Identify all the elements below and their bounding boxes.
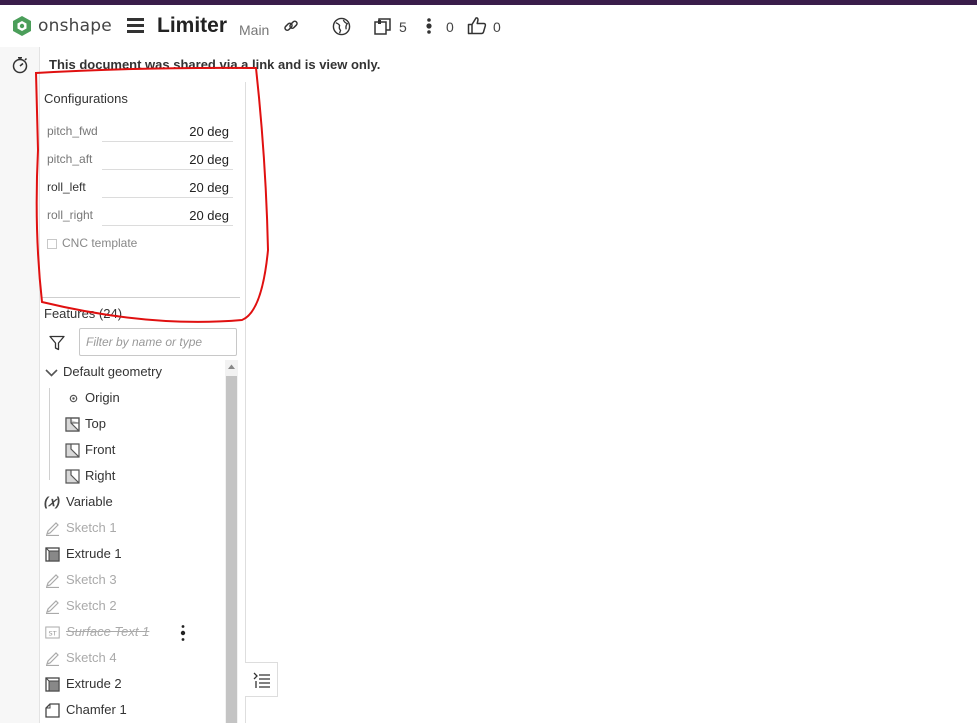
- link-icon[interactable]: [283, 18, 299, 34]
- left-rail: [0, 47, 40, 723]
- feature-tree: Default geometry Origin Top Front Right …: [40, 358, 224, 723]
- tree-item-default-geometry[interactable]: Default geometry: [40, 362, 224, 384]
- configurations-title: Configurations: [44, 91, 128, 106]
- brand-name: onshape: [38, 16, 112, 36]
- extrude-icon: [45, 547, 60, 562]
- filter-icon[interactable]: [49, 335, 65, 351]
- plane-icon: [65, 443, 80, 458]
- config-param-name: pitch_aft: [47, 152, 93, 166]
- sketch-icon: [46, 522, 59, 536]
- tree-item-origin[interactable]: Origin: [40, 388, 224, 410]
- config-param-pitch-aft[interactable]: pitch_aft 20 deg: [47, 150, 233, 170]
- config-param-value[interactable]: 20 deg: [189, 180, 229, 195]
- svg-text:ST: ST: [48, 630, 56, 638]
- cnc-template-checkbox[interactable]: [47, 239, 57, 249]
- chamfer-icon: [45, 703, 60, 718]
- sketch-icon: [46, 600, 59, 614]
- config-param-value[interactable]: 20 deg: [189, 208, 229, 223]
- tree-item-label: Right: [85, 468, 116, 483]
- scroll-thumb[interactable]: [226, 376, 237, 723]
- feature-list-scrollbar[interactable]: [225, 360, 238, 723]
- branch-name[interactable]: Main: [239, 22, 269, 38]
- config-param-pitch-fwd[interactable]: pitch_fwd 20 deg: [47, 122, 233, 142]
- tree-item-chamfer-1[interactable]: Chamfer 1: [40, 700, 224, 722]
- config-param-name: roll_right: [47, 208, 94, 222]
- config-param-roll-right[interactable]: roll_right 20 deg: [47, 206, 233, 226]
- onshape-logo-icon: [13, 16, 31, 36]
- feature-filter-input[interactable]: [79, 328, 237, 356]
- versions-icon[interactable]: [374, 17, 392, 35]
- tree-item-label: Variable: [66, 494, 113, 509]
- features-title: Features (24): [44, 306, 123, 321]
- globe-icon[interactable]: [332, 17, 351, 36]
- config-param-value[interactable]: 20 deg: [189, 124, 229, 139]
- tree-item-sketch-4[interactable]: Sketch 4: [40, 648, 224, 670]
- tree-item-right-plane[interactable]: Right: [40, 466, 224, 488]
- tree-item-label: Sketch 2: [66, 598, 117, 613]
- scroll-up-arrow-icon[interactable]: [227, 362, 236, 371]
- surface-text-icon: ST: [45, 626, 60, 639]
- chevron-down-icon[interactable]: [44, 365, 59, 380]
- comments-count: 0: [446, 19, 454, 35]
- tree-item-variable[interactable]: (𝑥) Variable: [40, 492, 224, 514]
- tree-item-label: Top: [85, 416, 106, 431]
- list-icon: [253, 672, 270, 688]
- view-only-notice: This document was shared via a link and …: [49, 57, 381, 72]
- tree-item-sketch-2[interactable]: Sketch 2: [40, 596, 224, 618]
- tree-item-label: Surface Text 1: [66, 624, 150, 639]
- onshape-logo[interactable]: onshape: [12, 15, 112, 37]
- tree-item-label: Chamfer 1: [66, 702, 127, 717]
- hamburger-menu-icon[interactable]: [127, 18, 144, 33]
- feature-list-toggle-button[interactable]: [245, 662, 278, 697]
- config-param-name: pitch_fwd: [47, 124, 98, 138]
- likes-count: 0: [493, 19, 501, 35]
- tree-item-label: Default geometry: [63, 364, 162, 379]
- extrude-icon: [45, 677, 60, 692]
- document-header: onshape Limiter Main 5 0 0: [0, 5, 977, 47]
- tree-item-label: Origin: [85, 390, 120, 405]
- tree-item-front-plane[interactable]: Front: [40, 440, 224, 462]
- variable-icon: (𝑥): [44, 494, 60, 509]
- config-param-value[interactable]: 20 deg: [189, 152, 229, 167]
- config-param-roll-left[interactable]: roll_left 20 deg: [47, 178, 233, 198]
- tree-item-extrude-2[interactable]: Extrude 2: [40, 674, 224, 696]
- sketch-icon: [46, 574, 59, 588]
- item-menu-icon[interactable]: [180, 624, 186, 642]
- tree-item-sketch-1[interactable]: Sketch 1: [40, 518, 224, 540]
- origin-icon: [69, 394, 78, 403]
- tree-item-top-plane[interactable]: Top: [40, 414, 224, 436]
- stopwatch-icon[interactable]: [11, 56, 29, 74]
- comments-icon[interactable]: [425, 17, 433, 35]
- versions-count: 5: [399, 19, 407, 35]
- document-title: Limiter: [157, 14, 228, 37]
- feature-panel: Configurations pitch_fwd 20 deg pitch_af…: [40, 82, 246, 723]
- tree-item-surface-text-1[interactable]: ST Surface Text 1: [40, 622, 224, 644]
- config-param-name: roll_left: [47, 180, 86, 194]
- tree-item-label: Sketch 3: [66, 572, 117, 587]
- tree-item-extrude-1[interactable]: Extrude 1: [40, 544, 224, 566]
- thumbs-up-icon[interactable]: [467, 16, 487, 35]
- plane-icon: [65, 417, 80, 432]
- tree-item-label: Extrude 2: [66, 676, 122, 691]
- tree-item-label: Sketch 1: [66, 520, 117, 535]
- sketch-icon: [46, 652, 59, 666]
- tree-item-label: Sketch 4: [66, 650, 117, 665]
- tree-item-sketch-3[interactable]: Sketch 3: [40, 570, 224, 592]
- cnc-template-label: CNC template: [62, 236, 138, 250]
- tree-item-label: Front: [85, 442, 116, 457]
- tree-item-label: Extrude 1: [66, 546, 122, 561]
- panel-divider[interactable]: [42, 297, 240, 298]
- plane-icon: [65, 469, 80, 484]
